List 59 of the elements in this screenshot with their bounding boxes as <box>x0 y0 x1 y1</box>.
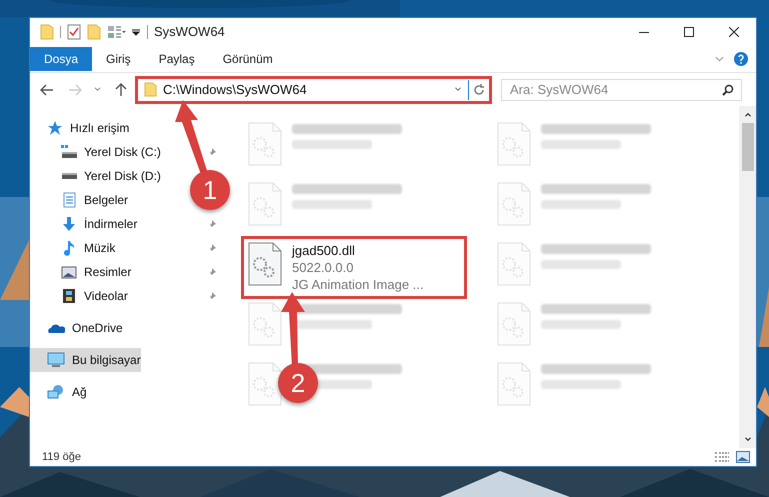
folder-icon <box>40 24 54 40</box>
sidebar-item[interactable]: İndirmeler <box>61 212 138 236</box>
film-icon <box>61 288 77 304</box>
chevron-down-icon[interactable] <box>744 437 752 442</box>
sidebar-item[interactable]: OneDrive <box>47 316 123 340</box>
file-gear-icon <box>496 122 530 166</box>
details-view-icon[interactable] <box>714 451 730 463</box>
file-gear-icon <box>496 302 530 346</box>
file-gear-icon <box>496 362 530 406</box>
scrollbar[interactable] <box>739 106 756 448</box>
file-gear-icon <box>496 242 530 286</box>
sidebar-item[interactable]: Yerel Disk (D:) <box>61 164 161 188</box>
down-arrow-icon <box>61 216 77 232</box>
new-folder-icon <box>87 24 101 40</box>
document-icon <box>61 192 77 208</box>
star-icon <box>47 120 63 136</box>
chevron-down-icon[interactable] <box>454 87 462 92</box>
file-gear-icon <box>248 122 282 166</box>
scrollbar-thumb[interactable] <box>742 123 754 171</box>
sidebar-item[interactable]: Bu bilgisayar <box>30 348 141 372</box>
address-field[interactable]: C:\Windows\SysWOW64 <box>135 76 492 104</box>
status-text: 119 öğe <box>42 450 81 465</box>
sidebar-item[interactable]: Yerel Disk (C:) <box>61 140 161 164</box>
file-gear-icon <box>248 302 282 346</box>
large-icons-view-icon[interactable] <box>736 451 750 463</box>
chevron-up-icon[interactable] <box>744 112 752 117</box>
computer-icon <box>47 352 65 368</box>
network-icon <box>47 384 65 400</box>
search-field[interactable]: Ara: SysWOW64 <box>501 78 742 100</box>
sidebar-item[interactable]: Resimler <box>61 260 132 284</box>
checklist-icon[interactable] <box>67 24 81 40</box>
ribbon-tab[interactable]: Dosya <box>30 47 92 71</box>
window-title: SysWOW64 <box>154 23 225 42</box>
file-item[interactable]: jgad500.dll 5022.0.0.0 JG Animation Image ... <box>241 236 467 299</box>
properties-icon[interactable] <box>107 25 127 39</box>
picture-icon <box>61 264 77 280</box>
dropdown-icon[interactable] <box>131 27 141 37</box>
ribbon-tab[interactable]: Giriş <box>92 47 145 71</box>
ribbon-tab[interactable]: Görünüm <box>208 47 287 71</box>
sidebar-item[interactable]: Müzik <box>61 236 116 260</box>
refresh-icon[interactable] <box>473 84 485 96</box>
drive-icon <box>61 172 77 180</box>
ribbon-tab[interactable]: Paylaş <box>144 47 209 71</box>
sidebar-item[interactable]: Ağ <box>47 380 87 404</box>
help-icon[interactable] <box>734 52 748 66</box>
file-gear-icon <box>248 182 282 226</box>
up-arrow-icon[interactable] <box>115 82 127 96</box>
back-arrow-icon[interactable] <box>40 84 54 96</box>
music-note-icon <box>61 240 77 256</box>
file-gear-icon <box>496 182 530 226</box>
folder-icon <box>144 82 157 97</box>
sidebar-item[interactable]: Videolar <box>61 284 128 308</box>
close-icon <box>728 27 738 37</box>
sidebar-item[interactable]: Belgeler <box>61 188 128 212</box>
file-gear-icon <box>248 242 282 286</box>
search-icon[interactable] <box>722 84 734 96</box>
file-gear-icon <box>248 362 282 406</box>
sidebar-item[interactable]: Hızlı erişim <box>47 116 130 140</box>
drive-icon <box>61 144 77 160</box>
